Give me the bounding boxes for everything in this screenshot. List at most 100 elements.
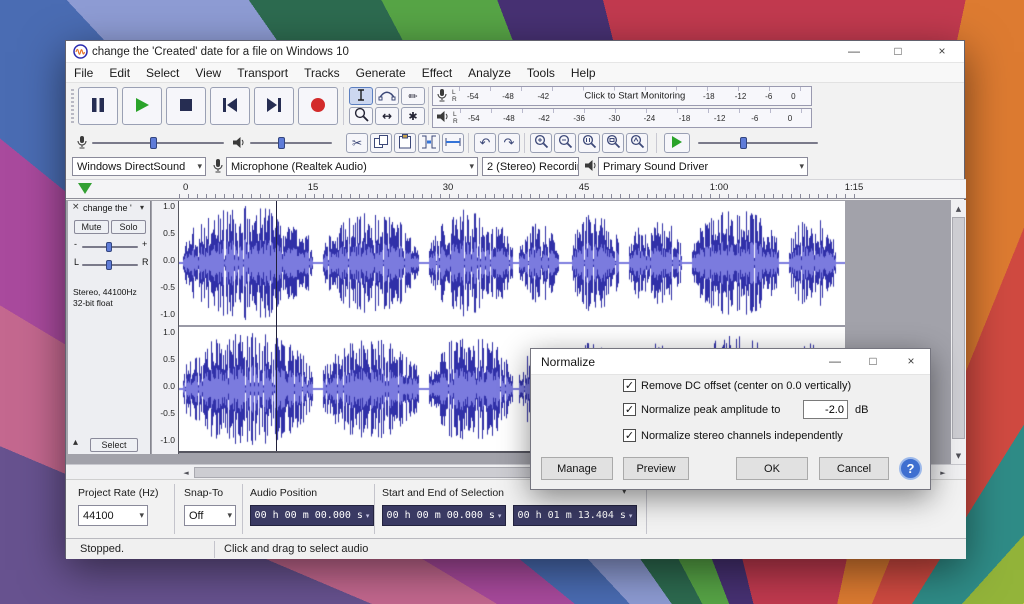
scroll-left-icon[interactable]: ◄ [179,466,193,479]
close-button[interactable]: × [920,41,964,62]
recording-device-select[interactable]: Microphone (Realtek Audio) ▾ [226,157,478,176]
ok-button[interactable]: OK [736,457,808,480]
pinned-play-head-icon[interactable] [78,183,92,198]
spinner-icon[interactable]: ▾ [629,512,633,520]
menu-edit[interactable]: Edit [101,63,138,82]
waveform-left-channel[interactable] [179,201,845,325]
help-button[interactable]: ? [899,457,922,480]
track-select-button[interactable]: Select [90,438,138,452]
playback-meter[interactable]: LR -54 -48 -42 -36 -30 -24 -18 -12 -6 0 [432,108,812,128]
zoom-out-button[interactable] [554,133,576,153]
maximize-button[interactable]: □ [876,41,920,62]
redo-button[interactable]: ↷ [498,133,520,153]
track-name[interactable]: change the ' [83,203,138,213]
stop-button[interactable] [166,87,206,125]
manage-button[interactable]: Manage [541,457,613,480]
normalize-dialog-titlebar[interactable]: Normalize — □ × [531,349,930,375]
transport-toolbar-grip[interactable] [71,89,74,123]
scroll-up-icon[interactable]: ▲ [951,202,966,215]
recording-volume-thumb[interactable] [150,137,157,149]
draw-tool-button[interactable]: ✏ [401,87,425,105]
project-rate-select[interactable]: 44100 ▾ [78,505,148,526]
zoom-tool-button[interactable] [349,107,373,125]
selection-start-field[interactable]: 00 h 00 m 00.000 s ▾ [382,505,506,526]
zoom-in-button[interactable] [530,133,552,153]
copy-button[interactable] [370,133,392,153]
recording-channels-select[interactable]: 2 (Stereo) Recording Chan ▾ [482,157,579,176]
timeline-ruler[interactable]: 0 15 30 45 1:00 1:15 [66,179,966,199]
selection-end-field[interactable]: 00 h 01 m 13.404 s ▾ [513,505,637,526]
playback-volume-thumb[interactable] [278,137,285,149]
menu-transport[interactable]: Transport [229,63,296,82]
pan-slider[interactable] [82,264,138,266]
playback-volume-slider[interactable] [250,142,332,144]
timeshift-tool-button[interactable]: ↔ [375,107,399,125]
undo-button[interactable]: ↶ [474,133,496,153]
remove-dc-checkbox[interactable]: ✓ [623,379,636,392]
menu-tools[interactable]: Tools [519,63,563,82]
preview-button[interactable]: Preview [623,457,689,480]
recording-volume-slider[interactable] [92,142,224,144]
skip-to-end-button[interactable] [254,87,294,125]
cancel-button[interactable]: Cancel [819,457,889,480]
trim-audio-button[interactable] [418,133,440,153]
title-bar[interactable]: change the 'Created' date for a file on … [66,41,964,63]
menu-effect[interactable]: Effect [414,63,460,82]
skip-to-start-button[interactable] [210,87,250,125]
vertical-scroll-thumb[interactable] [952,217,965,439]
mute-button[interactable]: Mute [74,220,109,234]
gain-thumb[interactable] [106,242,112,252]
menu-generate[interactable]: Generate [348,63,414,82]
menu-file[interactable]: File [66,63,101,82]
play-speed-thumb[interactable] [740,137,747,149]
peak-amplitude-input[interactable] [803,400,848,419]
track-close-button[interactable]: × [72,202,80,212]
pause-button[interactable] [78,87,118,125]
dialog-maximize-button[interactable]: □ [854,349,892,374]
recording-meter[interactable]: LR -54 -48 -42 -18 -12 -6 0 Click to Sta… [432,86,812,106]
dialog-minimize-button[interactable]: — [816,349,854,374]
dialog-close-button[interactable]: × [892,349,930,374]
vertical-scrollbar[interactable]: ▲ ▼ [951,200,966,464]
play-speed-slider[interactable] [698,142,818,144]
fit-project-button[interactable] [602,133,624,153]
gain-slider[interactable] [82,246,138,248]
meter-tick: -54 [468,114,480,123]
solo-button[interactable]: Solo [111,220,146,234]
normalize-peak-checkbox[interactable]: ✓ [623,403,636,416]
chevron-down-icon: ▾ [466,162,477,172]
audio-position-field[interactable]: 00 h 00 m 00.000 s ▾ [250,505,374,526]
play-at-speed-button[interactable] [664,133,690,153]
paste-button[interactable] [394,133,416,153]
track-menu-icon[interactable]: ▾ [140,203,144,212]
zoom-toggle-button[interactable] [626,133,648,153]
fit-selection-button[interactable] [578,133,600,153]
snap-to-select[interactable]: Off ▾ [184,505,236,526]
silence-audio-button[interactable] [442,133,464,153]
spinner-icon[interactable]: ▾ [366,512,370,520]
amplitude-ruler[interactable]: 1.0 0.5 0.0 -0.5 -1.0 1.0 0.5 0.0 -0.5 -… [152,201,179,454]
minimize-button[interactable]: — [832,41,876,62]
menu-analyze[interactable]: Analyze [460,63,519,82]
pan-thumb[interactable] [106,260,112,270]
stereo-independent-checkbox[interactable]: ✓ [623,429,636,442]
play-button[interactable] [122,87,162,125]
menu-tracks[interactable]: Tracks [296,63,348,82]
scroll-right-icon[interactable]: ► [936,466,950,479]
playback-device-select[interactable]: Primary Sound Driver ▾ [598,157,808,176]
meter-tick: -54 [467,92,479,101]
multi-tool-button[interactable]: ✱ [401,107,425,125]
cut-button[interactable]: ✂ [346,133,368,153]
audio-host-select[interactable]: Windows DirectSound ▾ [72,157,206,176]
envelope-tool-button[interactable] [375,87,399,105]
collapse-track-button[interactable]: ▴ [73,437,78,448]
spinner-icon[interactable]: ▾ [498,512,502,520]
menu-select[interactable]: Select [138,63,187,82]
selection-tool-button[interactable] [349,87,373,105]
record-button[interactable] [298,87,338,125]
trim-audio-icon [421,135,437,152]
scroll-down-icon[interactable]: ▼ [951,449,966,462]
menu-view[interactable]: View [187,63,229,82]
menu-help[interactable]: Help [563,63,604,82]
start-monitoring-button[interactable]: Click to Start Monitoring [578,91,691,102]
